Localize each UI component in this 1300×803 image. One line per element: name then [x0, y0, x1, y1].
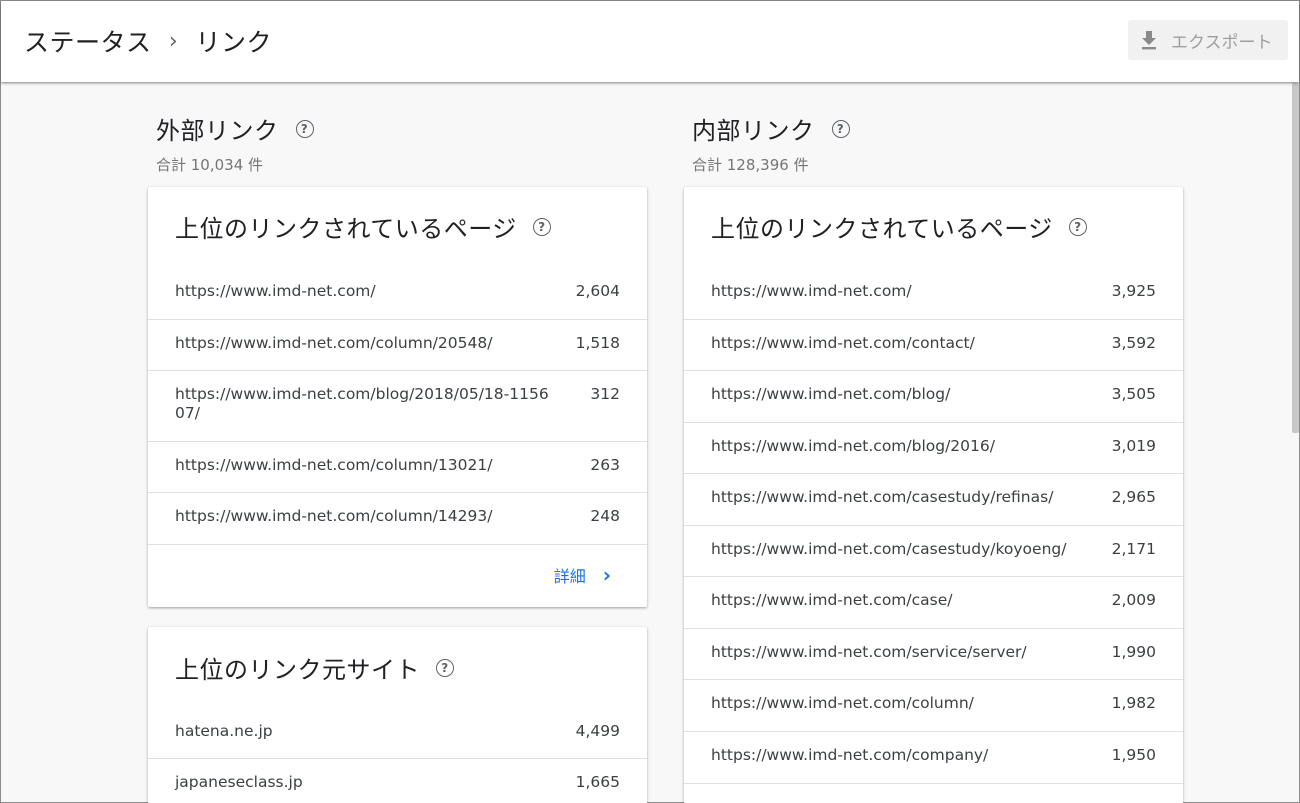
- table-row[interactable]: https://www.imd-net.com/company/ 1,950: [684, 732, 1183, 784]
- row-count: 1,990: [1111, 643, 1156, 661]
- external-top-pages-card: 上位のリンクされているページ ? https://www.imd-net.com…: [148, 187, 647, 607]
- row-count: 1,665: [575, 773, 620, 791]
- table-row[interactable]: https://www.imd-net.com/casestudy/koyoen…: [684, 526, 1183, 577]
- breadcrumb-parent[interactable]: ステータス: [24, 23, 152, 59]
- internal-links-total: 合計 128,396 件: [692, 156, 809, 174]
- internal-top-pages-card: 上位のリンクされているページ ? https://www.imd-net.com…: [684, 187, 1183, 803]
- row-url: https://www.imd-net.com/company/: [711, 746, 989, 764]
- help-icon[interactable]: ?: [436, 658, 454, 677]
- row-count: 4,499: [575, 722, 620, 740]
- row-url: https://www.imd-net.com/: [175, 282, 376, 300]
- table-row[interactable]: https://www.imd-net.com/case/ 2,009: [684, 577, 1183, 629]
- row-count: 263: [590, 456, 620, 474]
- row-url: https://www.imd-net.com/column/14293/: [175, 507, 493, 525]
- row-url: japaneseclass.jp: [175, 773, 303, 791]
- table-row[interactable]: japaneseclass.jp 1,665: [148, 759, 647, 803]
- table-row[interactable]: hatena.ne.jp 4,499: [148, 708, 647, 759]
- table-row[interactable]: https://www.imd-net.com/casestudy/refina…: [684, 474, 1183, 526]
- row-url: https://www.imd-net.com/service/server/: [711, 643, 1027, 661]
- row-count: 1,518: [575, 334, 620, 352]
- details-link-label: 詳細: [553, 567, 586, 586]
- row-count: 2,604: [575, 282, 620, 300]
- card-title: 上位のリンク元サイト: [175, 656, 420, 684]
- external-links-total: 合計 10,034 件: [156, 156, 264, 174]
- row-url: https://www.imd-net.com/blog/2016/: [711, 437, 995, 455]
- row-url-line: https://www.imd-net.com/blog/2018/05/18-…: [175, 385, 549, 403]
- table-row[interactable]: https://www.imd-net.com/contact/ 3,592: [684, 320, 1183, 371]
- table-row[interactable]: https://www.imd-net.com/column/13021/ 26…: [148, 442, 647, 493]
- internal-links-title: 内部リンク: [692, 117, 815, 145]
- row-count: 3,505: [1111, 385, 1156, 403]
- vertical-scrollbar[interactable]: [1292, 83, 1299, 433]
- details-link[interactable]: 詳細 ›: [554, 563, 611, 587]
- table-row[interactable]: https://www.imd-net.com/column/ 1,982: [684, 680, 1183, 732]
- help-icon[interactable]: ?: [532, 217, 551, 236]
- chevron-right-icon: ›: [602, 563, 611, 587]
- row-url: https://www.imd-net.com/casestudy/refina…: [711, 488, 1054, 506]
- breadcrumb-separator-icon: ›: [168, 28, 179, 54]
- row-url: https://www.imd-net.com/casestudy/koyoen…: [711, 540, 1067, 558]
- row-url: https://www.imd-net.com/case/: [711, 591, 953, 609]
- external-top-sites-card: 上位のリンク元サイト ? hatena.ne.jp 4,499 japanese…: [148, 627, 647, 803]
- row-count: 3,019: [1111, 437, 1156, 455]
- breadcrumb-current: リンク: [195, 28, 273, 57]
- export-button-label: エクスポート: [1171, 32, 1273, 53]
- table-row[interactable]: https://www.imd-net.com/ 3,925: [684, 268, 1183, 320]
- row-url: hatena.ne.jp: [175, 722, 273, 740]
- table-row[interactable]: https://www.imd-net.com/blog/2018/05/18-…: [148, 371, 647, 442]
- external-links-header: 外部リンク ? 合計 10,034 件: [156, 111, 314, 175]
- table-row[interactable]: https://www.imd-net.com/column/20548/ 1,…: [148, 320, 647, 371]
- top-bar: ステータス › リンク エクスポート: [1, 1, 1299, 82]
- row-url: https://www.imd-net.com/contact/: [711, 334, 975, 352]
- help-icon[interactable]: ?: [1068, 217, 1087, 236]
- external-top-sites-list: hatena.ne.jp 4,499 japaneseclass.jp 1,66…: [148, 708, 647, 803]
- row-url: https://www.imd-net.com/column/13021/: [175, 456, 493, 474]
- table-row[interactable]: https://www.imd-net.com/blog/2016/ 3,019: [684, 423, 1183, 474]
- row-count: 3,925: [1111, 282, 1156, 300]
- table-row[interactable]: https://www.imd-net.com/column/14293/ 24…: [148, 493, 647, 545]
- row-url: https://www.imd-net.com/blog/2018/05/18-…: [175, 385, 549, 423]
- help-icon[interactable]: ?: [295, 119, 314, 138]
- download-icon: [1142, 31, 1156, 50]
- export-button[interactable]: エクスポート: [1128, 20, 1288, 60]
- row-url-line: 07/: [175, 404, 200, 422]
- row-count: 2,009: [1111, 591, 1156, 609]
- row-url: https://www.imd-net.com/column/: [711, 694, 974, 712]
- row-count: 312: [590, 385, 620, 403]
- table-row[interactable]: https://www.imd-net.com/service/server/ …: [684, 629, 1183, 680]
- row-count: 1,950: [1111, 746, 1156, 764]
- card-title: 上位のリンクされているページ: [711, 215, 1053, 243]
- row-url: https://www.imd-net.com/blog/: [711, 385, 951, 403]
- external-links-title: 外部リンク: [156, 117, 279, 145]
- table-row[interactable]: https://www.imd-net.com/ 2,604: [148, 268, 647, 320]
- row-count: 3,592: [1111, 334, 1156, 352]
- row-url: https://www.imd-net.com/column/20548/: [175, 334, 493, 352]
- card-title: 上位のリンクされているページ: [175, 215, 517, 243]
- row-url: https://www.imd-net.com/: [711, 282, 912, 300]
- external-top-pages-list: https://www.imd-net.com/ 2,604 https://w…: [148, 268, 647, 545]
- breadcrumb: ステータス › リンク: [24, 23, 272, 59]
- row-count: 2,965: [1111, 488, 1156, 506]
- table-row[interactable]: https://www.imd-net.com/blog/ 3,505: [684, 371, 1183, 423]
- row-count: 1,982: [1111, 694, 1156, 712]
- help-icon[interactable]: ?: [831, 119, 850, 138]
- row-count: 2,171: [1111, 540, 1156, 558]
- internal-links-header: 内部リンク ? 合計 128,396 件: [692, 111, 850, 175]
- internal-top-pages-list: https://www.imd-net.com/ 3,925 https://w…: [684, 268, 1183, 784]
- row-count: 248: [590, 507, 620, 525]
